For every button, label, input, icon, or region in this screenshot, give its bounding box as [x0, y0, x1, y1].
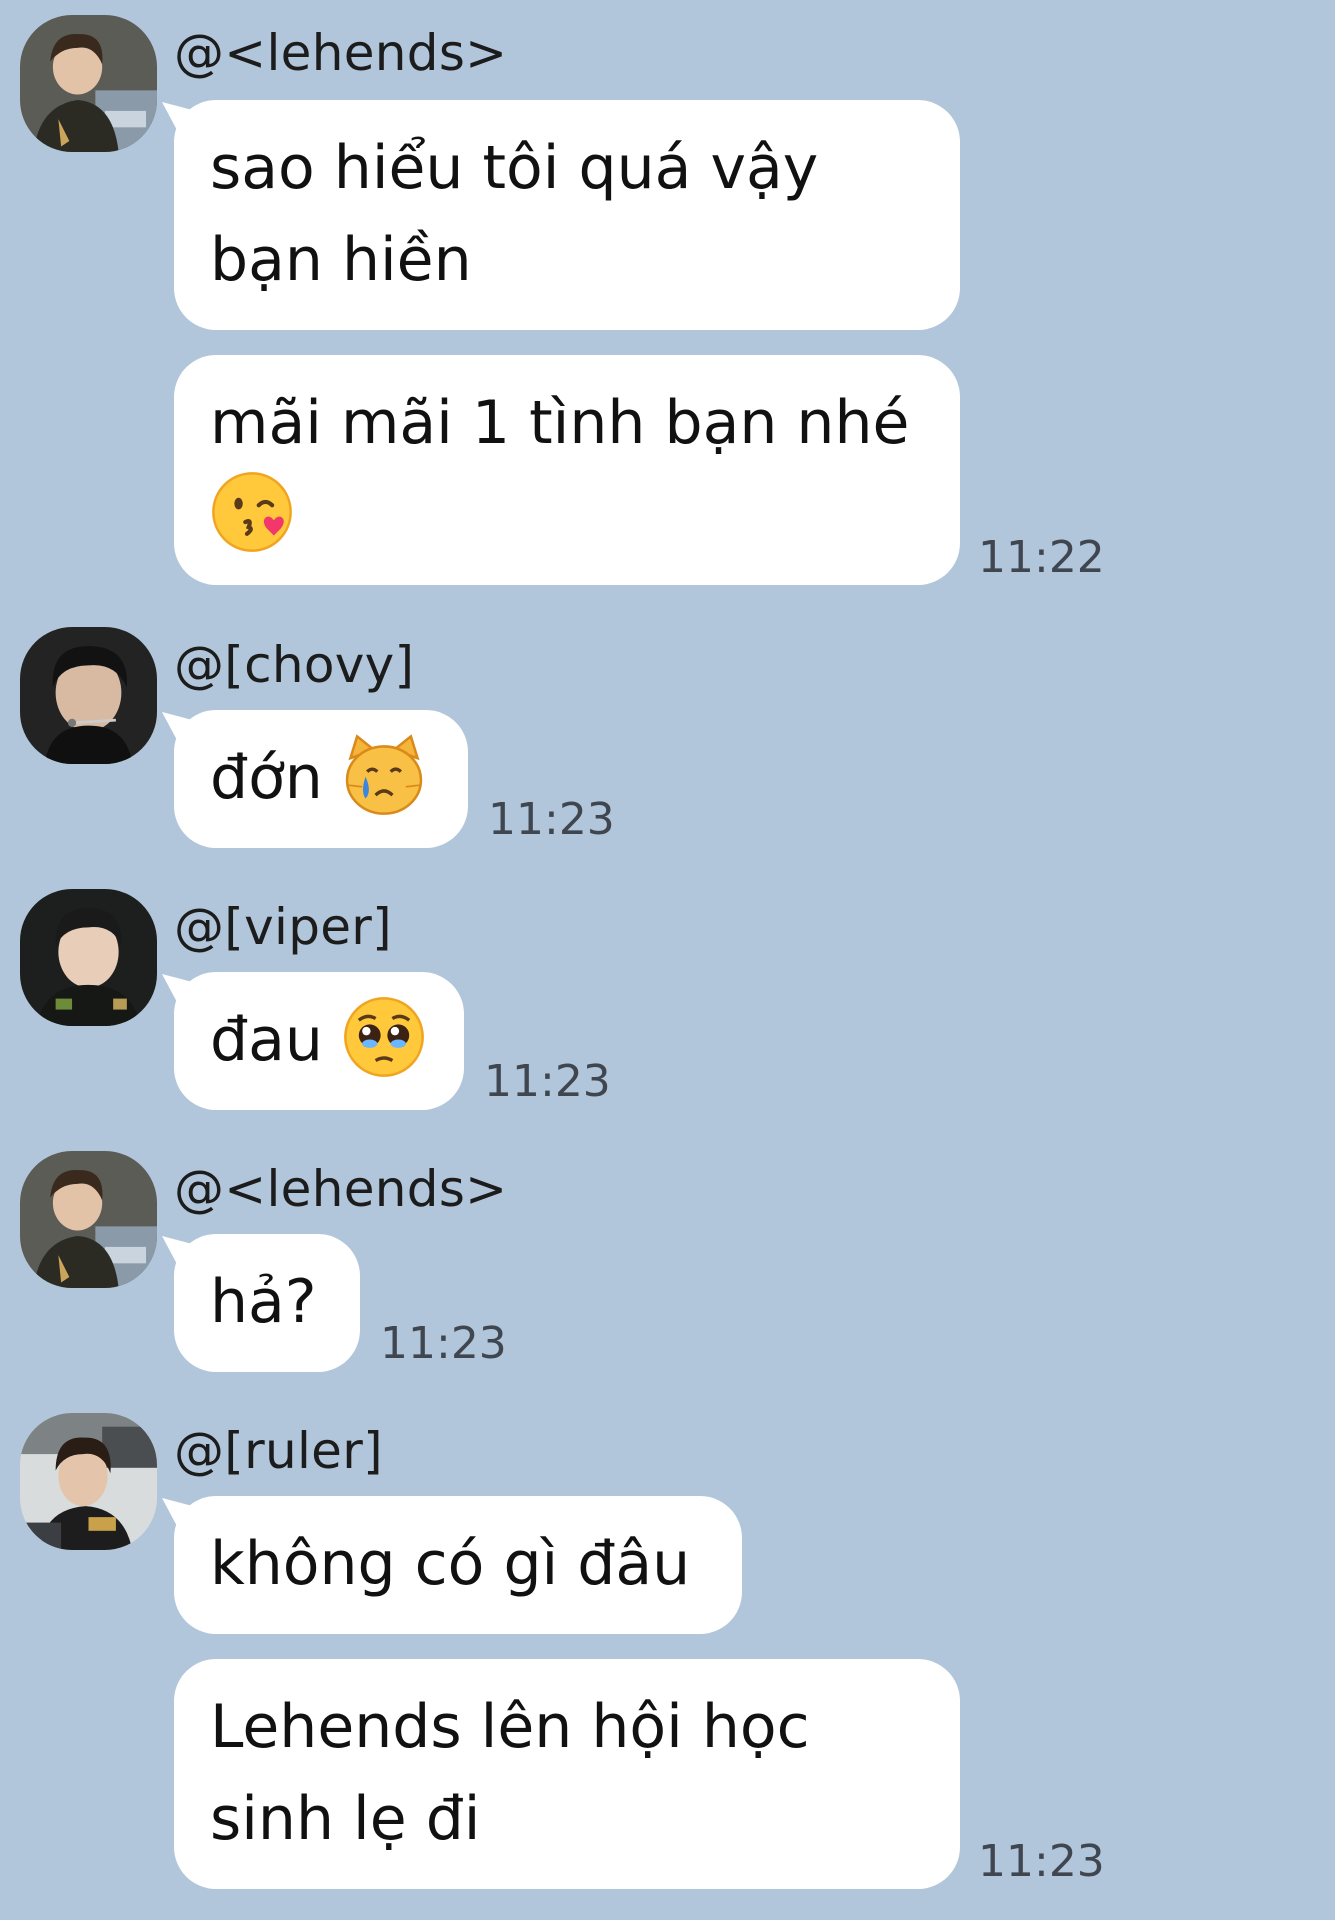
avatar-viper[interactable]	[20, 889, 157, 1026]
message-bubble[interactable]: Lehends lên hội học sinh lẹ đi	[174, 1659, 960, 1889]
avatar-chovy[interactable]	[20, 627, 157, 764]
avatar-lehends[interactable]	[20, 15, 157, 152]
sender-name: @[chovy]	[174, 636, 415, 694]
avatar-photo-icon	[20, 15, 157, 152]
kissing-face-icon	[210, 470, 294, 554]
crying-cat-icon	[342, 733, 426, 817]
message-text: bạn hiền	[210, 225, 472, 295]
message-bubble[interactable]: mãi mãi 1 tình bạn nhé	[174, 355, 960, 585]
message-bubble[interactable]: hả?	[174, 1234, 360, 1372]
avatar-photo-icon	[20, 889, 157, 1026]
avatar-photo-icon	[20, 1413, 157, 1550]
message-text: hả?	[210, 1267, 317, 1337]
avatar-lehends[interactable]	[20, 1151, 157, 1288]
sender-name: @[viper]	[174, 898, 392, 956]
message-bubble[interactable]: đau	[174, 972, 464, 1110]
message-time: 11:23	[488, 794, 615, 845]
avatar-ruler[interactable]	[20, 1413, 157, 1550]
message-text: sinh lẹ đi	[210, 1784, 481, 1854]
message-text: đau	[210, 1005, 323, 1075]
message-bubble[interactable]: đớn	[174, 710, 468, 848]
message-bubble[interactable]: không có gì đâu	[174, 1496, 742, 1634]
message-time: 11:23	[484, 1056, 611, 1107]
sender-name: @<lehends>	[174, 24, 508, 82]
message-text: Lehends lên hội học	[210, 1692, 810, 1762]
message-text: sao hiểu tôi quá vậy	[210, 133, 819, 203]
message-text: đớn	[210, 743, 323, 813]
avatar-photo-icon	[20, 627, 157, 764]
message-bubble[interactable]: sao hiểu tôi quá vậy bạn hiền	[174, 100, 960, 330]
sender-name: @<lehends>	[174, 1160, 508, 1218]
sender-name: @[ruler]	[174, 1422, 383, 1480]
message-time: 11:23	[380, 1318, 507, 1369]
pleading-face-icon	[342, 995, 426, 1079]
message-time: 11:22	[978, 532, 1105, 583]
message-text: không có gì đâu	[210, 1529, 691, 1599]
avatar-photo-icon	[20, 1151, 157, 1288]
message-time: 11:23	[978, 1836, 1105, 1887]
message-text: mãi mãi 1 tình bạn nhé	[210, 388, 910, 458]
